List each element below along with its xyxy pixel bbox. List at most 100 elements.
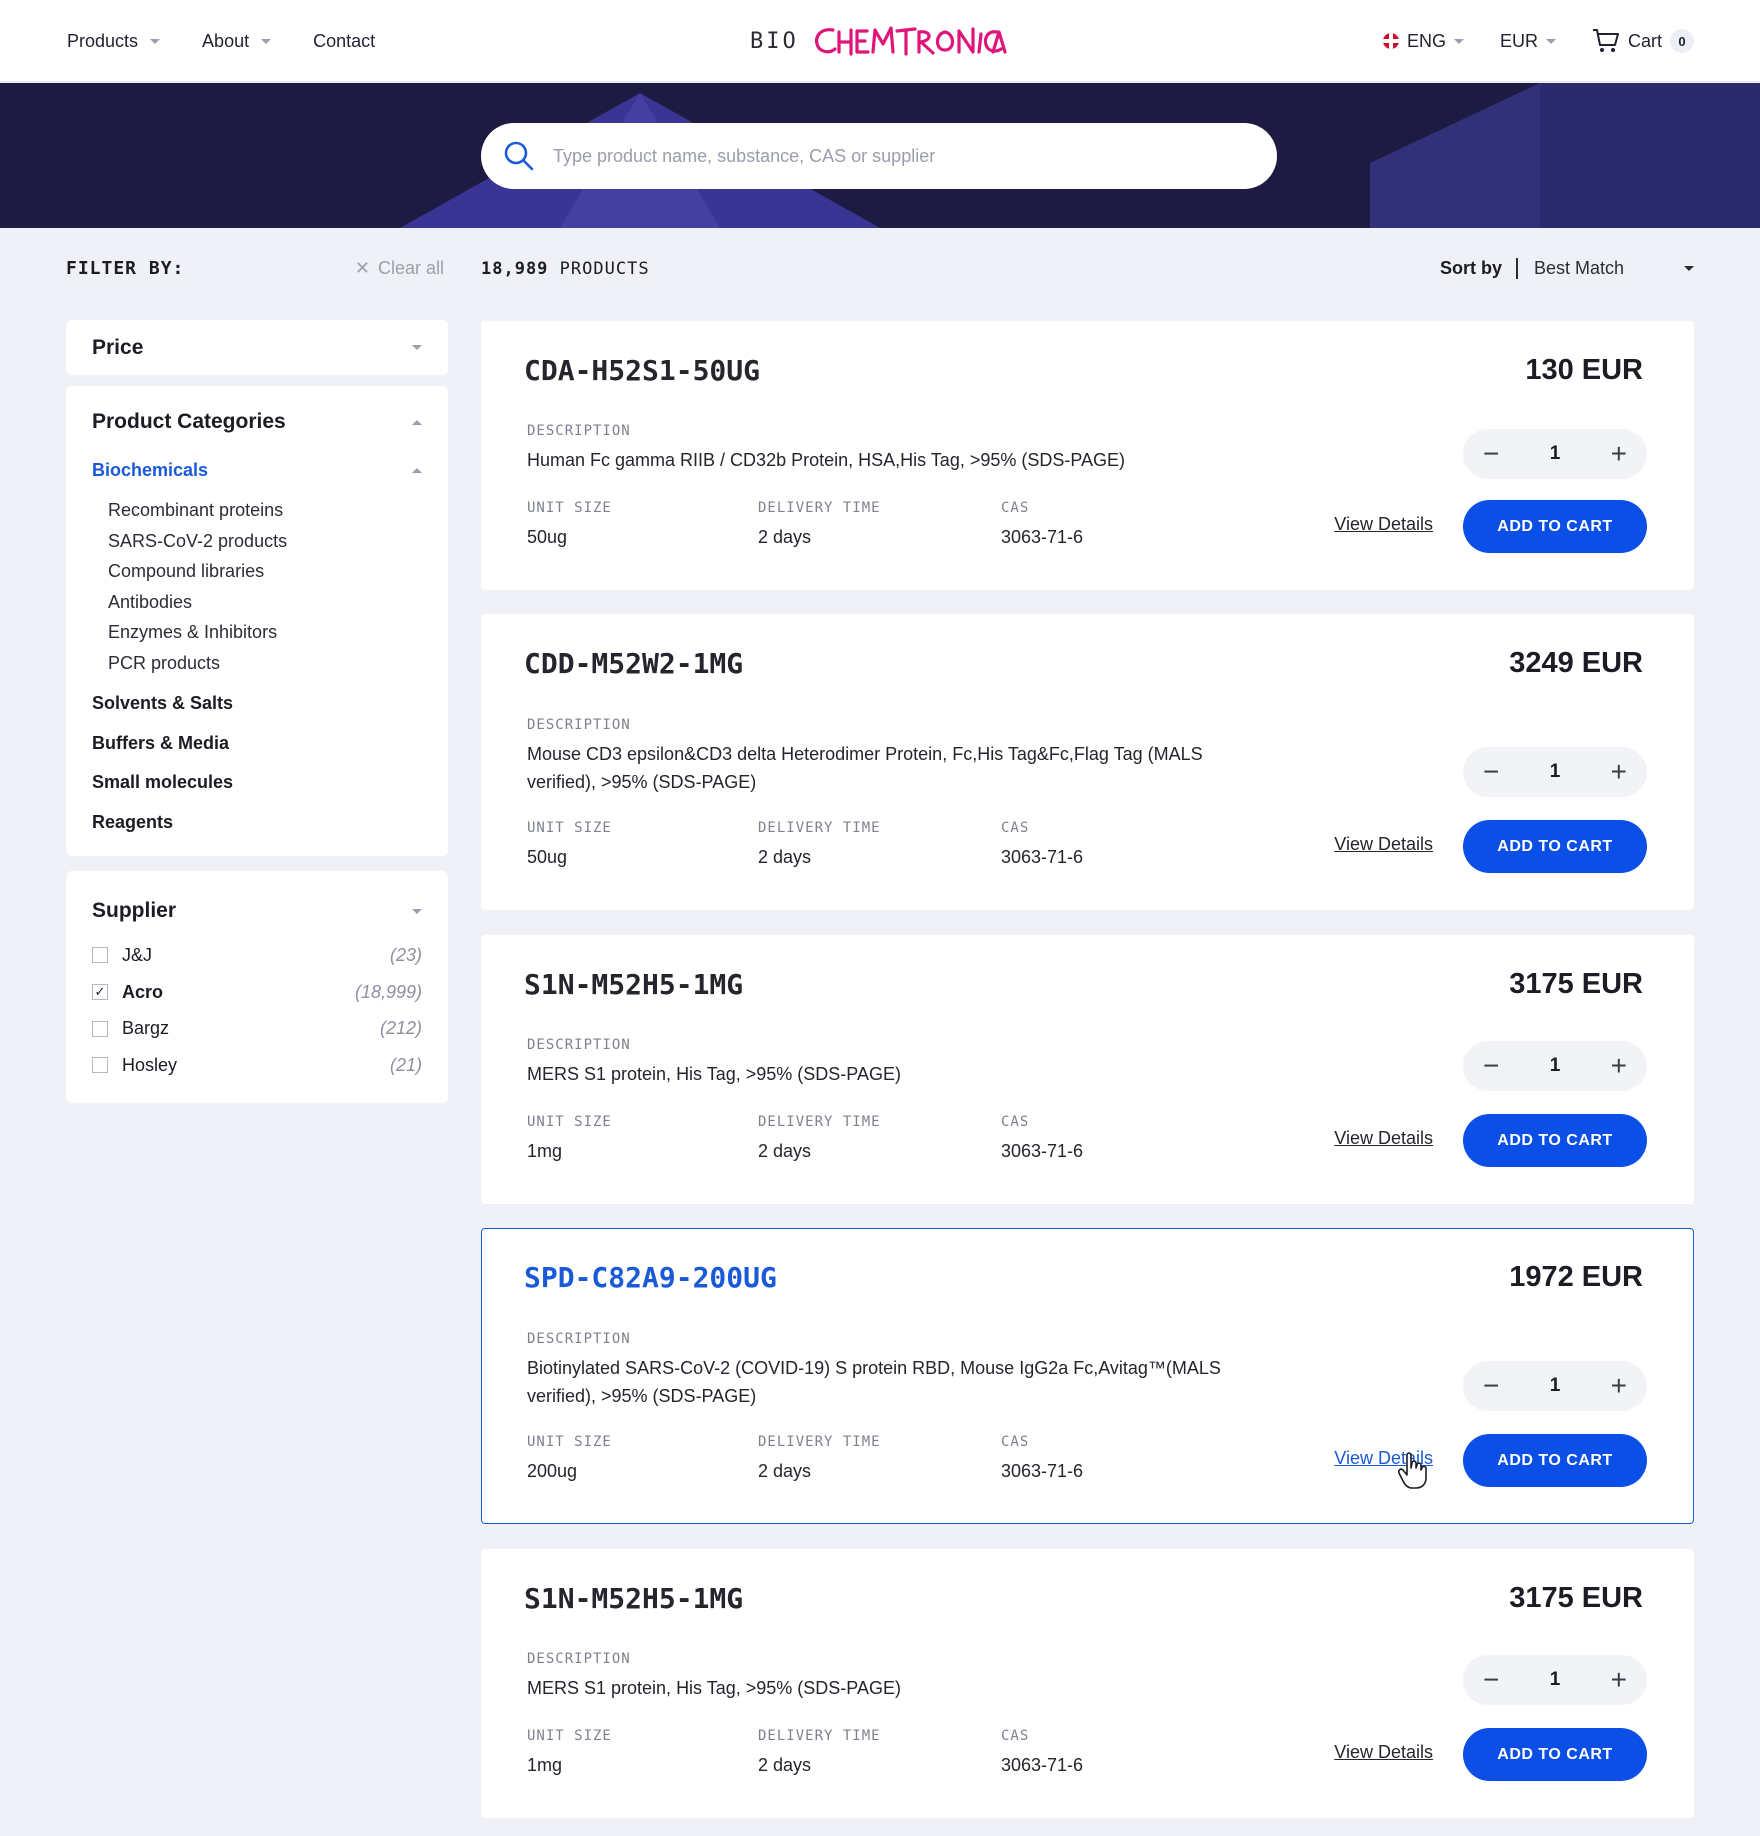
cas-value: 3063-71-6 [1001,527,1084,547]
supplier-option[interactable]: ✓ Acro (18,999) [92,974,422,1011]
product-card: S1N-M52H5-1MG 3175 EUR DESCRIPTION MERS … [481,1549,1694,1818]
cas-label: CAS [1001,1434,1030,1450]
sort-value: Best Match [1534,258,1625,278]
cas-label: CAS [1001,1114,1030,1130]
delivery-time-value: 2 days [758,527,812,547]
product-price: 3249 EUR [1509,647,1643,679]
category-item[interactable]: Small molecules [92,772,422,812]
search-input[interactable] [553,145,1233,167]
plus-icon[interactable]: + [1611,1666,1627,1694]
header-tools: ENG EUR Cart 0 [1382,0,1694,82]
language-selector[interactable]: ENG [1382,30,1464,52]
supplier-count: (212) [379,1018,422,1039]
plus-icon[interactable]: + [1611,1052,1627,1080]
quantity-value[interactable]: 1 [1550,1375,1561,1397]
view-details-link[interactable]: View Details [1334,514,1433,535]
checkbox[interactable] [92,947,108,964]
description-label: DESCRIPTION [527,423,631,439]
view-details-link[interactable]: View Details [1334,834,1433,855]
supplier-option[interactable]: J&J (23) [92,937,422,974]
product-price: 3175 EUR [1509,1582,1643,1614]
unit-size-value: 200ug [527,1461,578,1481]
product-description: Mouse CD3 epsilon&CD3 delta Heterodimer … [527,744,1203,792]
supplier-option[interactable]: Bargz (212) [92,1010,422,1047]
view-details-link[interactable]: View Details [1334,1742,1433,1763]
supplier-option[interactable]: Hosley (21) [92,1047,422,1084]
category-item[interactable]: Reagents [92,812,422,852]
add-to-cart-button[interactable]: ADD TO CART [1463,500,1647,553]
nav-contact[interactable]: Contact [313,31,375,52]
minus-icon[interactable]: − [1483,1052,1499,1080]
product-description: Biotinylated SARS-CoV-2 (COVID-19) S pro… [527,1358,1221,1406]
product-sku[interactable]: CDD-M52W2-1MG [524,647,743,680]
categories-title: Product Categories [92,410,286,433]
currency-value: EUR [1499,30,1538,51]
subcategory-item[interactable]: SARS-CoV-2 products [108,531,422,562]
delivery-time-label: DELIVERY TIME [758,1114,881,1130]
delivery-time-value: 2 days [758,847,812,867]
supplier-name: Acro [122,981,164,1002]
logo-script-icon [814,26,1007,56]
checkbox[interactable] [92,1020,108,1037]
description-label: DESCRIPTION [527,1331,631,1347]
plus-icon[interactable]: + [1611,440,1627,468]
chevron-down-icon [1545,38,1556,44]
minus-icon[interactable]: − [1483,440,1499,468]
product-sku[interactable]: S1N-M52H5-1MG [524,968,743,1001]
quantity-value[interactable]: 1 [1550,1055,1561,1077]
price-filter-title: Price [92,335,144,359]
categories-filter-panel: Product Categories Biochemicals Recombin… [66,386,448,856]
minus-icon[interactable]: − [1483,1666,1499,1694]
site-logo[interactable]: BIO [750,22,1011,60]
checkbox-checked[interactable]: ✓ [92,984,108,1001]
hand-cursor-icon [1398,1452,1427,1489]
minus-icon[interactable]: − [1483,1372,1499,1400]
search-bar[interactable] [481,123,1277,189]
view-details-link[interactable]: View Details [1334,1128,1433,1149]
subcategory-item[interactable]: Antibodies [108,592,422,623]
add-to-cart-button[interactable]: ADD TO CART [1463,820,1647,873]
subcategory-item[interactable]: Compound libraries [108,561,422,592]
cart-button[interactable]: Cart 0 [1592,28,1694,54]
product-card-active: SPD-C82A9-200UG 1972 EUR DESCRIPTION Bio… [481,1228,1694,1524]
subcategory-item[interactable]: PCR products [108,653,422,684]
currency-selector[interactable]: EUR [1500,31,1556,52]
results-count: 18,989 PRODUCTS [481,259,650,279]
add-to-cart-button[interactable]: ADD TO CART [1463,1114,1647,1167]
delivery-time-label: DELIVERY TIME [758,1728,881,1744]
category-item[interactable]: Solvents & Salts [92,693,422,733]
cas-value: 3063-71-6 [1001,1141,1084,1161]
plus-icon[interactable]: + [1611,758,1627,786]
filter-title: FILTER BY: [66,258,185,279]
quantity-stepper: − 1 + [1463,1361,1647,1411]
categories-header[interactable]: Product Categories [92,408,422,436]
language-value: ENG [1406,30,1446,51]
product-price: 1972 EUR [1509,1261,1643,1293]
minus-icon[interactable]: − [1483,758,1499,786]
supplier-name: Hosley [122,1054,178,1075]
add-to-cart-button[interactable]: ADD TO CART [1463,1434,1647,1487]
supplier-header[interactable]: Supplier [92,897,422,925]
product-sku[interactable]: CDA-H52S1-50UG [524,354,760,387]
quantity-value[interactable]: 1 [1550,761,1561,783]
clear-all-button[interactable]: ✕ Clear all [355,258,444,279]
sort-dropdown[interactable]: Best Match [1518,258,1694,279]
product-sku[interactable]: SPD-C82A9-200UG [524,1261,777,1294]
plus-icon[interactable]: + [1611,1372,1627,1400]
checkbox[interactable] [92,1057,108,1074]
product-card: CDA-H52S1-50UG 130 EUR DESCRIPTION Human… [481,321,1694,590]
quantity-value[interactable]: 1 [1550,1669,1561,1691]
unit-size-value: 1mg [527,1141,563,1161]
category-item[interactable]: Buffers & Media [92,733,422,773]
chevron-down-icon [412,908,422,914]
add-to-cart-button[interactable]: ADD TO CART [1463,1728,1647,1781]
category-biochemicals[interactable]: Biochemicals [92,458,422,482]
nav-products[interactable]: Products [67,31,161,52]
quantity-value[interactable]: 1 [1550,443,1561,465]
subcategory-item[interactable]: Enzymes & Inhibitors [108,622,422,653]
product-count: 18,989 [481,258,549,279]
nav-about[interactable]: About [202,31,272,52]
product-sku[interactable]: S1N-M52H5-1MG [524,1582,743,1615]
subcategory-item[interactable]: Recombinant proteins [108,500,422,531]
price-filter-panel[interactable]: Price [66,320,448,375]
